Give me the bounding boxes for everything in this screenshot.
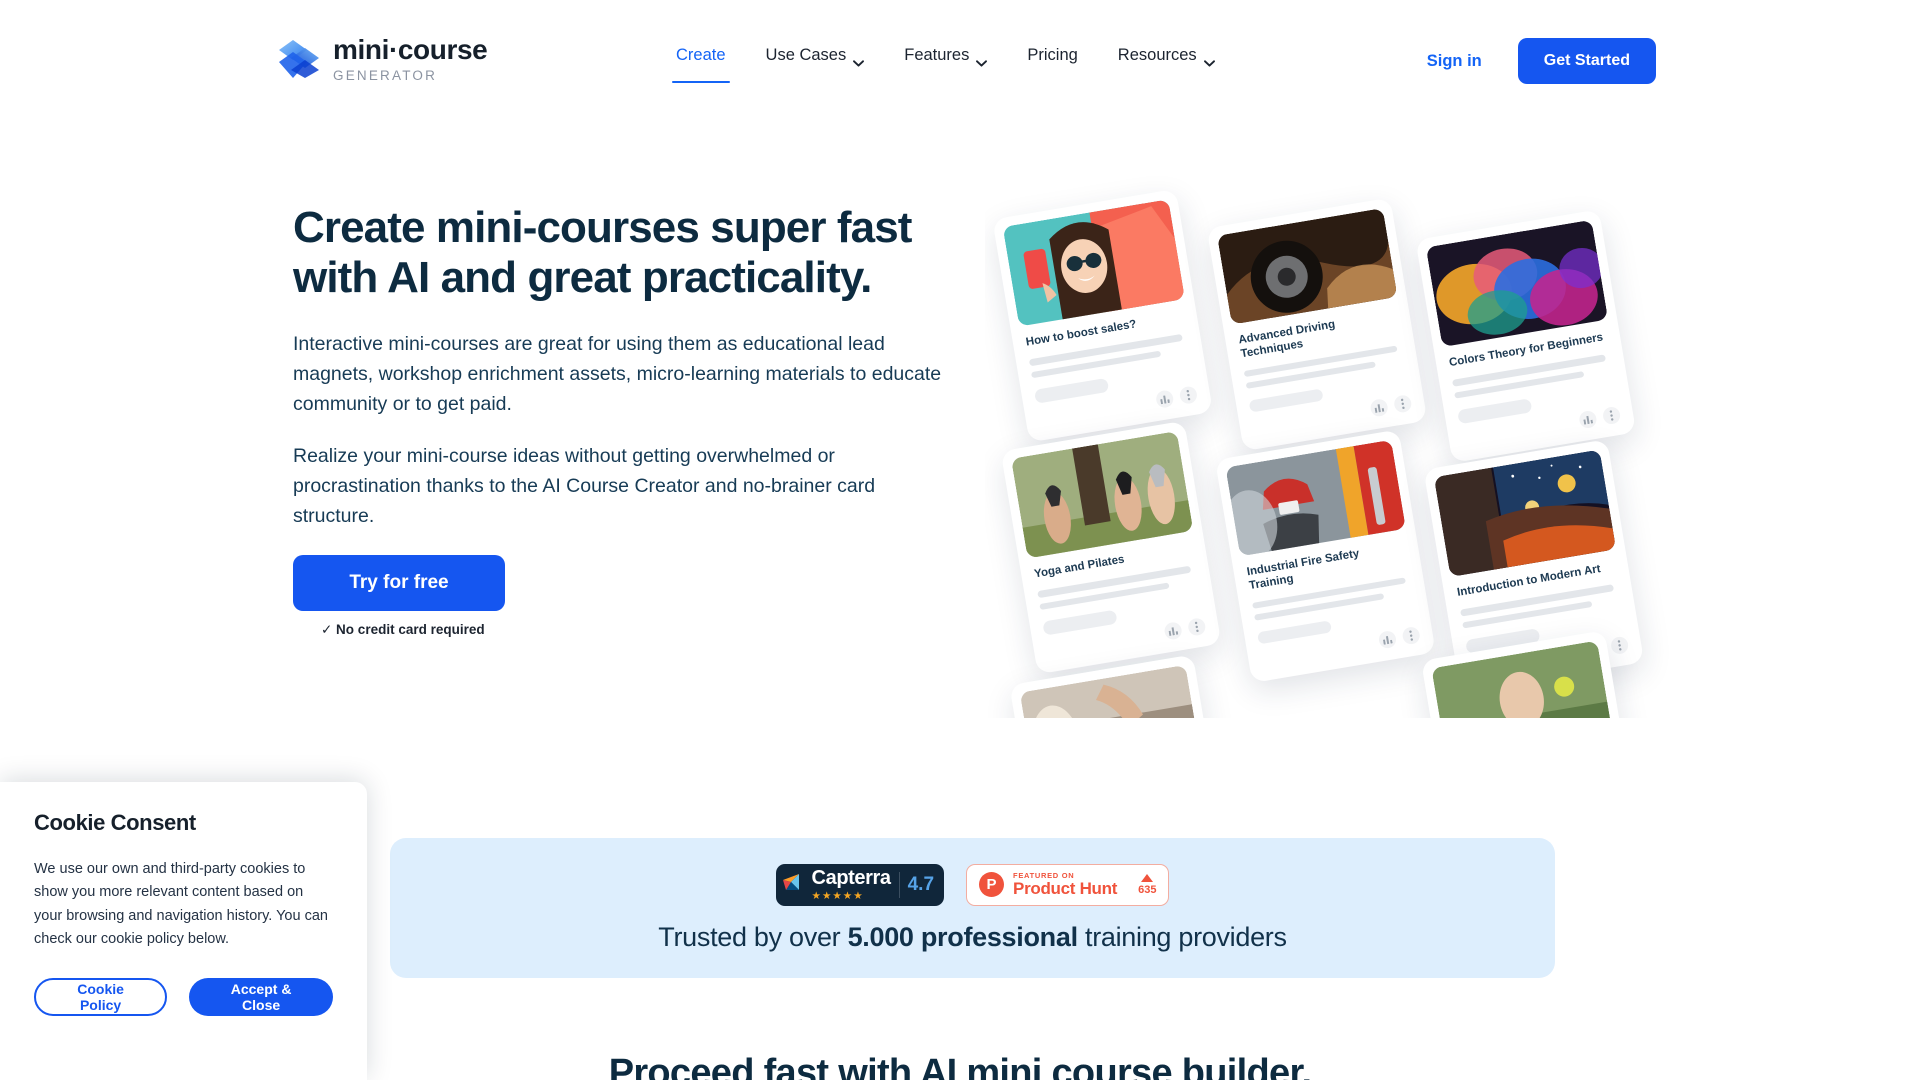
nav-item-features[interactable]: Features xyxy=(884,40,1007,71)
hero-paragraph-2: Realize your mini-course ideas without g… xyxy=(293,444,876,527)
main-nav: Create Use Cases Features Pricing Resour… xyxy=(656,40,1235,83)
nav-item-resources[interactable]: Resources xyxy=(1098,40,1235,71)
bar-chart-icon[interactable] xyxy=(1578,409,1598,430)
capterra-badge[interactable]: Capterra ★★★★★ 4.7 xyxy=(775,863,945,906)
hero-section: Create mini-courses super fast with AI a… xyxy=(0,118,1920,718)
nav-label: Pricing xyxy=(1027,46,1078,64)
try-for-free-button[interactable]: Try for free xyxy=(293,555,505,612)
sign-in-link[interactable]: Sign in xyxy=(1427,52,1482,71)
nav-label: Resources xyxy=(1117,46,1197,64)
page-title: Create mini-courses super fast with AI a… xyxy=(293,203,912,302)
bar-chart-icon[interactable] xyxy=(1369,398,1389,418)
upvote-indicator: 635 xyxy=(1138,873,1157,896)
nav-item-create[interactable]: Create xyxy=(656,40,746,83)
cookie-consent-dialog: Cookie Consent We use our own and third-… xyxy=(0,782,367,1080)
review-badges: Capterra ★★★★★ 4.7 P FEATURED ON Product… xyxy=(775,863,1170,906)
course-card[interactable]: Industrial Fire Safety Training xyxy=(1215,429,1436,684)
cookie-consent-body: We use our own and third-party cookies t… xyxy=(34,861,328,948)
course-card[interactable]: Advanced Driving Techniques xyxy=(1206,197,1428,452)
nav-item-use-cases[interactable]: Use Cases xyxy=(746,40,885,71)
minicourse-logo-icon xyxy=(277,38,321,80)
site-header: mini·course GENERATOR Create Use Cases F… xyxy=(0,0,1920,118)
header-actions: Sign in Get Started xyxy=(1427,38,1656,84)
nav-label: Create xyxy=(676,46,726,64)
product-hunt-upvotes: 635 xyxy=(1138,883,1157,896)
no-credit-card-note: ✓ No credit card required xyxy=(321,622,485,638)
card-thumbnail xyxy=(1425,219,1609,348)
capterra-score: 4.7 xyxy=(907,873,935,895)
card-thumbnail xyxy=(1002,199,1185,327)
capterra-logo-icon xyxy=(782,871,804,898)
product-hunt-logo-icon: P xyxy=(979,872,1005,897)
hero-paragraph-1: Interactive mini-courses are great for u… xyxy=(293,333,942,416)
card-thumbnail xyxy=(1216,207,1398,325)
nav-label: Features xyxy=(904,46,970,64)
chevron-down-icon xyxy=(1203,53,1215,67)
more-vertical-icon[interactable] xyxy=(1601,405,1622,426)
trusted-by-line: Trusted by over 5.000 professional train… xyxy=(658,921,1287,953)
chevron-down-icon xyxy=(976,53,988,67)
capterra-name: Capterra xyxy=(811,866,891,889)
cookie-consent-actions: Cookie Policy Accept & Close xyxy=(34,977,333,1016)
trusted-count: 5.000 professional xyxy=(847,921,1079,952)
accept-and-close-button[interactable]: Accept & Close xyxy=(189,977,333,1016)
more-vertical-icon[interactable] xyxy=(1178,385,1199,405)
cookie-policy-button[interactable]: Cookie Policy xyxy=(34,977,168,1016)
logo-title: mini·course xyxy=(333,34,488,65)
triangle-up-icon xyxy=(1141,873,1154,882)
bar-chart-icon[interactable] xyxy=(1163,621,1183,641)
hero-course-cards-collage: How to boost sales? Advanced Driving Tec… xyxy=(985,158,1685,718)
hero-copy: Create mini-courses super fast with AI a… xyxy=(293,203,993,638)
course-card[interactable]: How to boost sales? xyxy=(992,188,1213,443)
product-hunt-name: Product Hunt xyxy=(1013,878,1118,898)
nav-item-pricing[interactable]: Pricing xyxy=(1007,40,1097,71)
landing-page: mini·course GENERATOR Create Use Cases F… xyxy=(0,0,1920,1080)
card-thumbnail xyxy=(1225,439,1406,557)
card-thumbnail xyxy=(1010,431,1194,559)
more-vertical-icon[interactable] xyxy=(1401,625,1421,646)
more-vertical-icon[interactable] xyxy=(1393,394,1413,414)
bar-chart-icon[interactable] xyxy=(1377,629,1398,650)
course-card[interactable]: Colors Theory for Beginners xyxy=(1415,209,1637,463)
more-vertical-icon[interactable] xyxy=(1186,617,1207,637)
card-thumbnail xyxy=(1433,449,1617,577)
get-started-button[interactable]: Get Started xyxy=(1517,38,1656,84)
more-vertical-icon[interactable] xyxy=(1609,635,1630,656)
star-rating-icon: ★★★★★ xyxy=(811,889,864,902)
logo[interactable]: mini·course GENERATOR xyxy=(277,34,488,83)
trusted-prefix: Trusted by over xyxy=(658,921,848,952)
nav-label: Use Cases xyxy=(765,46,847,64)
cookie-consent-title: Cookie Consent xyxy=(34,810,196,835)
logo-subtitle: GENERATOR xyxy=(333,68,438,83)
trusted-suffix: training providers xyxy=(1077,921,1287,952)
product-hunt-badge[interactable]: P FEATURED ON Product Hunt 635 xyxy=(966,863,1170,906)
chevron-down-icon xyxy=(853,53,865,67)
course-card[interactable]: Yoga and Pilates xyxy=(1000,420,1222,675)
bar-chart-icon[interactable] xyxy=(1154,389,1175,409)
social-proof-bar: Capterra ★★★★★ 4.7 P FEATURED ON Product… xyxy=(390,838,1555,978)
card-thumbnail xyxy=(1019,664,1203,718)
divider xyxy=(898,871,900,898)
